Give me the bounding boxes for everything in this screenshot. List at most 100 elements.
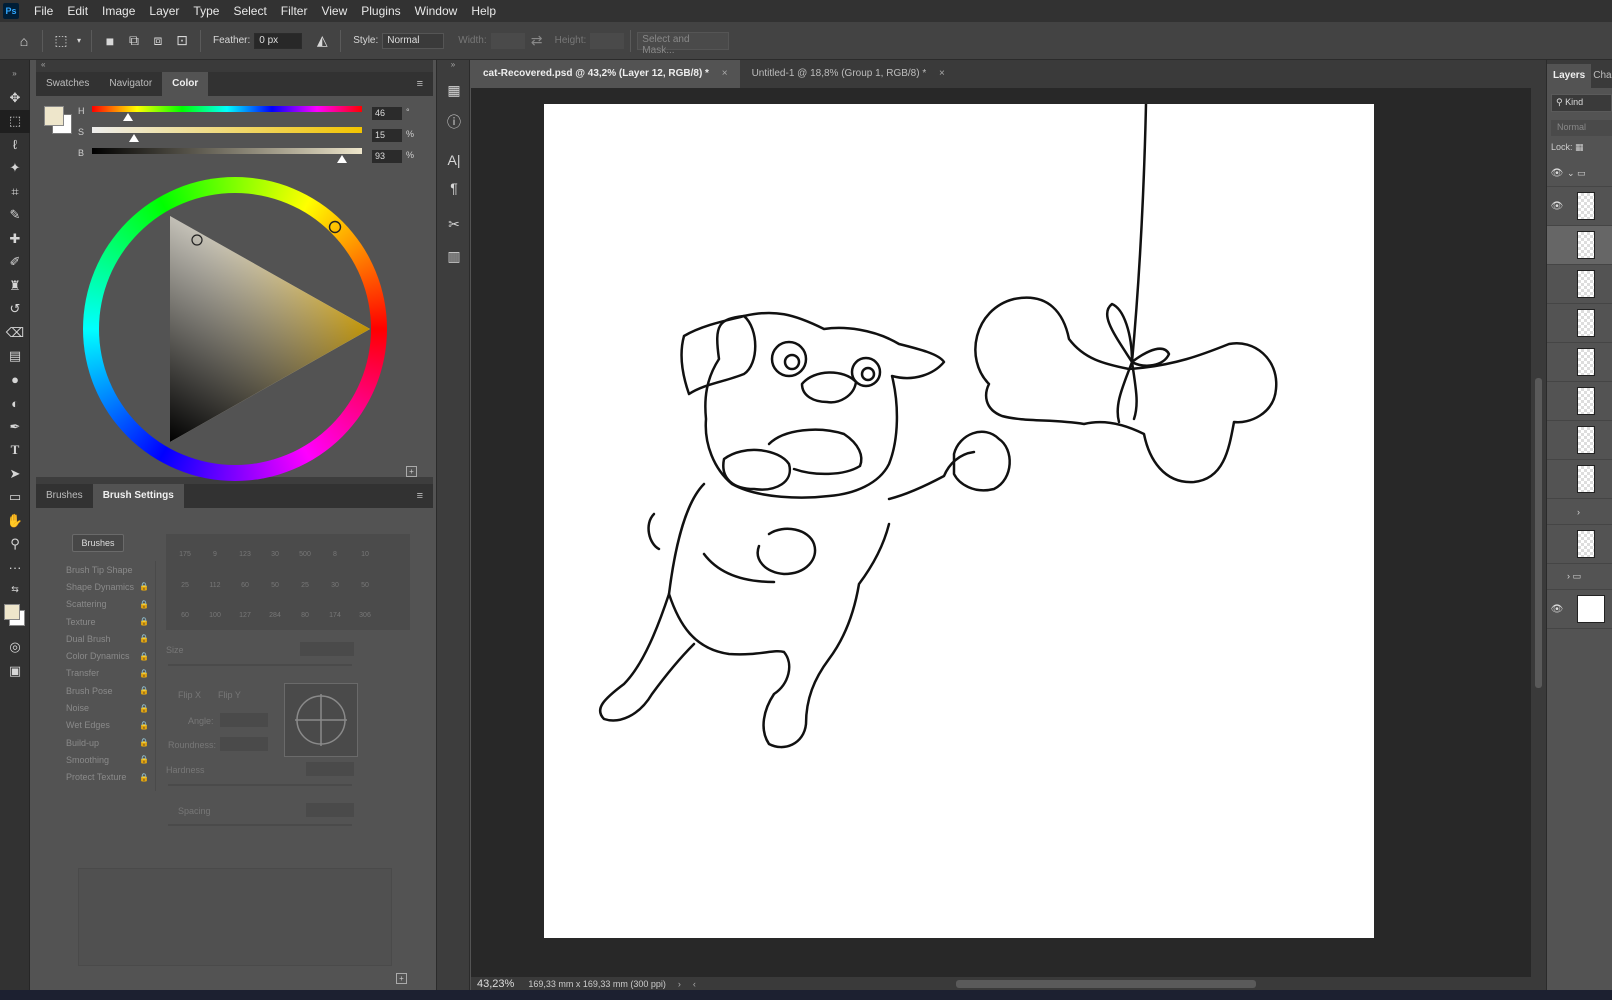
vertical-scrollbar-thumb[interactable] [1535, 378, 1542, 688]
chevron-down-icon[interactable]: ▾ [73, 29, 85, 53]
layer-row[interactable] [1547, 343, 1612, 382]
saturation-value-input[interactable]: 15 [372, 129, 402, 142]
height-input[interactable] [590, 32, 625, 49]
setting-noise[interactable]: Noise 🔒 [44, 699, 155, 716]
menu-window[interactable]: Window [408, 4, 465, 18]
tab-channels[interactable]: Cha [1591, 64, 1612, 88]
menu-file[interactable]: File [27, 4, 60, 18]
chevron-right-icon[interactable]: › [1577, 507, 1580, 517]
new-selection-icon[interactable]: ■ [98, 29, 122, 53]
brush-preset[interactable]: 25 [170, 567, 200, 589]
close-icon[interactable]: × [722, 68, 728, 79]
brush-preset[interactable]: 30 [260, 536, 290, 558]
color-wheel[interactable] [80, 174, 390, 484]
screen-mode-icon[interactable]: ▣ [0, 659, 30, 683]
layer-row[interactable] [1547, 265, 1612, 304]
layer-row[interactable] [1547, 525, 1612, 564]
type-tool-icon[interactable]: T [0, 439, 30, 463]
layer-row[interactable]: 👁 [1547, 187, 1612, 226]
hand-tool-icon[interactable]: ✋ [0, 509, 30, 533]
clone-source-icon[interactable]: ▥ [437, 240, 471, 272]
setting-scattering[interactable]: Scattering 🔒 [44, 596, 155, 613]
zoom-tool-icon[interactable]: ⚲ [0, 533, 30, 557]
brush-tool-icon[interactable]: ✐ [0, 251, 30, 275]
brush-preset[interactable]: 112 [200, 567, 230, 589]
hue-slider-thumb[interactable] [123, 113, 133, 121]
layer-row[interactable] [1547, 304, 1612, 343]
setting-smoothing[interactable]: Smoothing 🔒 [44, 751, 155, 768]
history-panel-icon[interactable]: ▦ [437, 74, 471, 106]
lasso-tool-icon[interactable]: ℓ [0, 133, 30, 157]
tab-color[interactable]: Color [162, 72, 209, 96]
brush-preset[interactable]: 60 [170, 597, 200, 619]
angle-input[interactable] [220, 713, 268, 727]
intersect-selection-icon[interactable]: ⊡ [170, 29, 194, 53]
dock-expand-icon[interactable]: » [437, 60, 469, 74]
pen-tool-icon[interactable]: ✒ [0, 415, 30, 439]
menu-view[interactable]: View [314, 4, 354, 18]
marquee-preset-icon[interactable]: ⬚ [49, 29, 73, 53]
layer-row-group[interactable]: › [1547, 499, 1612, 525]
quick-mask-icon[interactable]: ◎ [0, 636, 30, 660]
tab-document-cat-recovered[interactable]: cat-Recovered.psd @ 43,2% (Layer 12, RGB… [471, 60, 740, 88]
layer-row-background[interactable]: 👁 [1547, 590, 1612, 629]
setting-protect-texture[interactable]: Protect Texture 🔒 [44, 769, 155, 786]
brush-preset[interactable]: 9 [200, 536, 230, 558]
magic-wand-tool-icon[interactable]: ✦ [0, 157, 30, 181]
hardness-slider[interactable] [168, 784, 352, 786]
foreground-color-swatch[interactable] [4, 603, 20, 620]
vertical-scrollbar[interactable] [1531, 88, 1546, 977]
spacing-checkbox[interactable]: Spacing [178, 806, 211, 816]
brush-preset[interactable]: 127 [230, 597, 260, 619]
flip-y-checkbox[interactable]: Flip Y [218, 690, 241, 700]
tab-document-untitled-1[interactable]: Untitled-1 @ 18,8% (Group 1, RGB/8) * × [740, 60, 957, 88]
angle-roundness-preview[interactable] [284, 683, 358, 757]
add-selection-icon[interactable]: ⧉ [122, 29, 146, 53]
anti-alias-icon[interactable]: ◭ [310, 29, 334, 53]
brightness-slider-thumb[interactable] [337, 155, 347, 163]
subtract-selection-icon[interactable]: ⧈ [146, 29, 170, 53]
lock-transparent-icon[interactable]: ▦ [1575, 142, 1584, 152]
menu-plugins[interactable]: Plugins [354, 4, 407, 18]
brush-preset[interactable]: 284 [260, 597, 290, 619]
saturation-slider-thumb[interactable] [129, 134, 139, 142]
flip-x-checkbox[interactable]: Flip X [178, 690, 201, 700]
menu-edit[interactable]: Edit [60, 4, 95, 18]
layer-row[interactable] [1547, 460, 1612, 499]
crop-tool-icon[interactable]: ⌗ [0, 180, 30, 204]
home-icon[interactable]: ⌂ [12, 29, 36, 53]
brush-preset[interactable]: 500 [290, 536, 320, 558]
layer-filter-kind[interactable]: ⚲ Kind [1551, 94, 1612, 112]
brush-preset[interactable]: 80 [290, 597, 320, 619]
zoom-level[interactable]: 43,23% [477, 978, 514, 990]
swap-icon[interactable]: ⇄ [525, 29, 549, 53]
layer-row-selected[interactable] [1547, 226, 1612, 265]
brightness-slider[interactable] [92, 148, 362, 154]
brush-preset[interactable]: 100 [200, 597, 230, 619]
brush-preset[interactable]: 10 [350, 536, 380, 558]
layer-row-group[interactable]: › ▭ [1547, 564, 1612, 590]
more-tools-icon[interactable]: ··· [0, 556, 30, 580]
setting-texture[interactable]: Texture 🔒 [44, 613, 155, 630]
tab-brushes[interactable]: Brushes [36, 484, 93, 508]
collapse-icon[interactable]: » [0, 60, 29, 86]
brush-panel-menu-icon[interactable]: ≡ [407, 484, 433, 508]
tab-layers[interactable]: Layers [1547, 64, 1592, 88]
panel-menu-icon[interactable]: ≡ [407, 72, 433, 96]
brush-preset[interactable]: 175 [170, 536, 200, 558]
hue-slider[interactable] [92, 106, 362, 112]
brush-preset[interactable]: 60 [230, 567, 260, 589]
character-panel-icon[interactable]: A| [437, 144, 471, 176]
color-swatches[interactable] [0, 600, 29, 636]
eye-icon[interactable]: 👁 [1547, 604, 1567, 615]
layer-row-group[interactable]: 👁 ⌄ ▭ [1547, 161, 1612, 187]
path-selection-tool-icon[interactable]: ➤ [0, 462, 30, 486]
setting-brush-tip-shape[interactable]: Brush Tip Shape [44, 561, 155, 578]
brushes-button[interactable]: Brushes [72, 534, 124, 552]
eye-icon[interactable]: 👁 [1547, 168, 1567, 179]
blur-tool-icon[interactable]: ● [0, 368, 30, 392]
hue-value-input[interactable]: 46 [372, 107, 402, 120]
brush-preset[interactable]: 8 [320, 536, 350, 558]
style-select[interactable]: Normal [382, 32, 445, 49]
menu-layer[interactable]: Layer [142, 4, 186, 18]
